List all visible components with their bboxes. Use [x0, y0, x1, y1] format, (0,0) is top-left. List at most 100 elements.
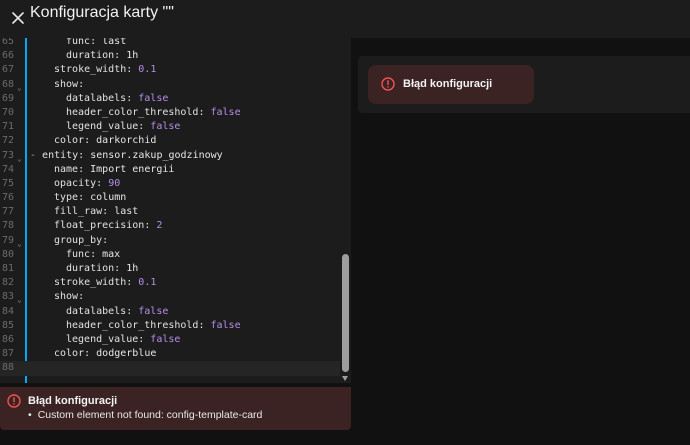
yaml-value: 1h	[126, 50, 139, 62]
code-text: func: last	[66, 38, 127, 47]
code-line[interactable]: 71 legend_value: false	[0, 120, 340, 134]
error-title: Błąd konfiguracji	[28, 395, 118, 407]
line-number: 77	[1, 206, 14, 218]
yaml-value: false	[138, 92, 169, 104]
code-text: opacity: 90	[54, 177, 121, 189]
code-line[interactable]: 82 stroke_width: 0.1	[0, 276, 340, 290]
line-number: 71	[1, 121, 14, 133]
code-text: stroke_width: 0.1	[54, 64, 157, 76]
code-line[interactable]: 84 datalabels: false	[0, 305, 340, 319]
code-text: datalabels: false	[66, 305, 169, 317]
yaml-value: darkorchid	[96, 135, 157, 147]
code-line[interactable]: 86 legend_value: false	[0, 333, 340, 347]
yaml-key: datalabels	[66, 305, 127, 317]
line-number: 65	[1, 38, 14, 47]
error-circle-icon	[7, 394, 21, 408]
yaml-value: false	[138, 305, 169, 317]
yaml-key: stroke_width	[54, 64, 127, 76]
editor-scrollbar[interactable]	[340, 38, 351, 383]
yaml-key: fill_raw	[54, 206, 103, 218]
line-number: 67	[1, 64, 14, 76]
close-button[interactable]	[3, 3, 33, 33]
yaml-value: max	[102, 248, 121, 260]
scrollbar-thumb[interactable]	[342, 254, 349, 372]
code-line[interactable]: 81 duration: 1h	[0, 262, 340, 276]
line-number: 88	[1, 362, 14, 374]
yaml-value: false	[210, 319, 241, 331]
card-preview: Błąd konfiguracji	[358, 56, 690, 113]
line-number: 84	[1, 305, 14, 317]
yaml-key: show	[54, 78, 79, 90]
code-text: func: max	[66, 248, 121, 260]
code-text: show:	[54, 78, 91, 90]
code-line[interactable]: 73 ⌄ - entity: sensor.zakup_godzinowy	[0, 149, 340, 163]
yaml-value: false	[150, 121, 181, 133]
yaml-key: header_color_threshold	[66, 106, 199, 118]
preview-error-title: Błąd konfiguracji	[403, 78, 493, 90]
yaml-key: color	[54, 348, 85, 360]
yaml-key: func	[66, 248, 91, 260]
code-line[interactable]: 72 color: darkorchid	[0, 134, 340, 148]
code-line[interactable]: 67 stroke_width: 0.1	[0, 63, 340, 77]
yaml-key: float_precision	[54, 220, 145, 232]
line-number: 74	[1, 163, 14, 175]
yaml-value: sensor.zakup_godzinowy	[90, 149, 223, 161]
code-text: show:	[54, 291, 91, 303]
line-number: 79	[1, 234, 14, 246]
code-line[interactable]: 65 func: last	[0, 38, 340, 49]
code-text: legend_value: false	[66, 333, 181, 345]
line-number: 69	[1, 92, 14, 104]
line-number: 68	[1, 78, 14, 90]
code-text: duration: 1h	[66, 50, 139, 62]
yaml-code-editor[interactable]: 65 func: last 66 duration: 1h 67 stroke_width…	[0, 38, 351, 383]
code-line[interactable]: 87 color: dodgerblue	[0, 347, 340, 361]
yaml-key: entity	[42, 149, 79, 161]
code-line[interactable]: 79 ⌄ group_by:	[0, 234, 340, 248]
scroll-down-arrow-icon[interactable]	[342, 376, 348, 381]
code-line[interactable]: 75 opacity: 90	[0, 177, 340, 191]
code-line[interactable]: 69 datalabels: false	[0, 92, 340, 106]
line-number: 66	[1, 50, 14, 62]
line-number: 80	[1, 248, 14, 260]
yaml-key: header_color_threshold	[66, 319, 199, 331]
code-line[interactable]: 78 float_precision: 2	[0, 219, 340, 233]
code-lines[interactable]: 65 func: last 66 duration: 1h 67 stroke_width…	[0, 38, 340, 376]
code-line[interactable]: 66 duration: 1h	[0, 49, 340, 63]
code-text: float_precision: 2	[54, 220, 163, 232]
yaml-value: 0.1	[138, 64, 157, 76]
yaml-value: 2	[156, 220, 163, 232]
code-text: type: column	[54, 192, 127, 204]
yaml-key: legend_value	[66, 333, 139, 345]
line-number: 78	[1, 220, 14, 232]
line-number: 87	[1, 348, 14, 360]
code-line[interactable]: 76 type: column	[0, 191, 340, 205]
code-line[interactable]: 83 ⌄ show:	[0, 290, 340, 304]
yaml-value: false	[150, 333, 181, 345]
code-text: group_by:	[54, 234, 115, 246]
yaml-key: datalabels	[66, 92, 127, 104]
code-text: stroke_width: 0.1	[54, 277, 157, 289]
line-number: 86	[1, 333, 14, 345]
code-line[interactable]: 80 func: max	[0, 248, 340, 262]
code-line[interactable]: 88	[0, 361, 340, 376]
code-text: color: dodgerblue	[54, 348, 157, 360]
code-line[interactable]: 74 name: Import energii	[0, 163, 340, 177]
code-line[interactable]: 85 header_color_threshold: false	[0, 319, 340, 333]
code-text: legend_value: false	[66, 121, 181, 133]
code-line[interactable]: 77 fill_raw: last	[0, 205, 340, 219]
code-line[interactable]: 68 ⌄ show:	[0, 78, 340, 92]
code-text: name: Import energii	[54, 163, 175, 175]
error-circle-icon	[381, 77, 395, 91]
dialog-header: Konfiguracja karty ""	[0, 0, 690, 38]
line-number: 81	[1, 263, 14, 274]
yaml-value: 1h	[126, 263, 139, 274]
code-text: fill_raw: last	[54, 206, 139, 218]
yaml-key: duration	[66, 50, 115, 62]
yaml-value: last	[114, 206, 139, 218]
code-line[interactable]: 70 header_color_threshold: false	[0, 106, 340, 120]
yaml-value: last	[102, 38, 127, 47]
yaml-key: legend_value	[66, 121, 139, 133]
code-text: header_color_threshold: false	[66, 319, 241, 331]
editor-error-alert: Błąd konfiguracji Custom element not fou…	[0, 387, 351, 430]
line-number: 76	[1, 192, 14, 204]
